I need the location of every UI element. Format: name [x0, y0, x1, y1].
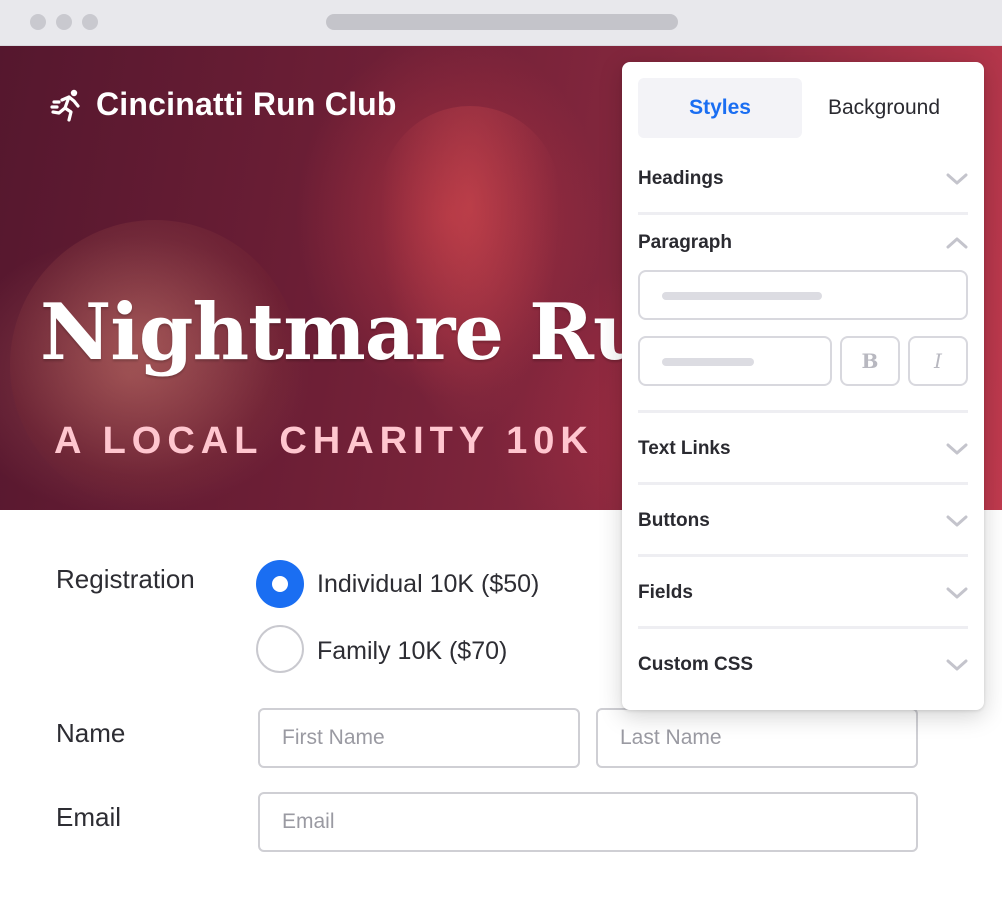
- club-brand: Cincinatti Run Club: [50, 86, 397, 123]
- paragraph-font-select[interactable]: [638, 270, 968, 320]
- bold-icon: B: [861, 349, 879, 373]
- italic-button[interactable]: I: [908, 336, 968, 386]
- section-fields[interactable]: Fields: [638, 573, 968, 613]
- window-dot-close[interactable]: [30, 14, 46, 30]
- placeholder-bar: [662, 358, 754, 366]
- event-title: Nightmare Run: [40, 287, 705, 378]
- event-subtitle: A LOCAL CHARITY 10K: [54, 420, 594, 462]
- registration-label: Registration: [56, 564, 195, 594]
- section-paragraph-label: Paragraph: [638, 232, 732, 253]
- email-input[interactable]: Email: [258, 792, 918, 852]
- radio-individual[interactable]: [256, 560, 304, 608]
- last-name-placeholder: Last Name: [620, 726, 722, 749]
- bold-button[interactable]: B: [840, 336, 900, 386]
- section-paragraph[interactable]: Paragraph: [638, 223, 968, 263]
- window-dot-maximize[interactable]: [82, 14, 98, 30]
- styles-panel: Styles Background Headings Paragraph B I…: [622, 62, 984, 710]
- section-custom-css-label: Custom CSS: [638, 654, 754, 675]
- club-name: Cincinatti Run Club: [96, 86, 397, 122]
- section-headings-label: Headings: [638, 168, 724, 189]
- placeholder-bar: [662, 292, 822, 300]
- first-name-input[interactable]: First Name: [258, 708, 580, 768]
- section-custom-css[interactable]: Custom CSS: [638, 645, 968, 685]
- tab-background[interactable]: Background: [802, 78, 966, 138]
- chevron-up-icon: [946, 237, 968, 249]
- chevron-down-icon: [946, 587, 968, 599]
- section-text-links[interactable]: Text Links: [638, 429, 968, 469]
- section-divider: [638, 554, 968, 557]
- italic-icon: I: [934, 349, 942, 373]
- section-headings[interactable]: Headings: [638, 159, 968, 199]
- radio-family-label[interactable]: Family 10K ($70): [317, 637, 507, 666]
- window-dot-minimize[interactable]: [56, 14, 72, 30]
- section-divider: [638, 482, 968, 485]
- paragraph-size-select[interactable]: [638, 336, 832, 386]
- first-name-placeholder: First Name: [282, 726, 385, 749]
- chevron-down-icon: [946, 173, 968, 185]
- chevron-down-icon: [946, 443, 968, 455]
- section-buttons-label: Buttons: [638, 510, 710, 531]
- address-bar[interactable]: [326, 14, 678, 30]
- section-text-links-label: Text Links: [638, 438, 731, 459]
- email-label: Email: [56, 802, 122, 832]
- section-divider: [638, 410, 968, 413]
- browser-chrome: [0, 0, 1002, 46]
- chevron-down-icon: [946, 659, 968, 671]
- name-label: Name: [56, 718, 126, 748]
- last-name-input[interactable]: Last Name: [596, 708, 918, 768]
- section-divider: [638, 212, 968, 215]
- email-placeholder: Email: [282, 810, 335, 833]
- tab-styles[interactable]: Styles: [638, 78, 802, 138]
- radio-family[interactable]: [256, 625, 304, 673]
- section-fields-label: Fields: [638, 582, 693, 603]
- section-divider: [638, 626, 968, 629]
- section-buttons[interactable]: Buttons: [638, 501, 968, 541]
- runner-icon: [50, 89, 80, 122]
- chevron-down-icon: [946, 515, 968, 527]
- radio-individual-label[interactable]: Individual 10K ($50): [317, 570, 539, 599]
- hero-figure-graphic: [380, 106, 560, 436]
